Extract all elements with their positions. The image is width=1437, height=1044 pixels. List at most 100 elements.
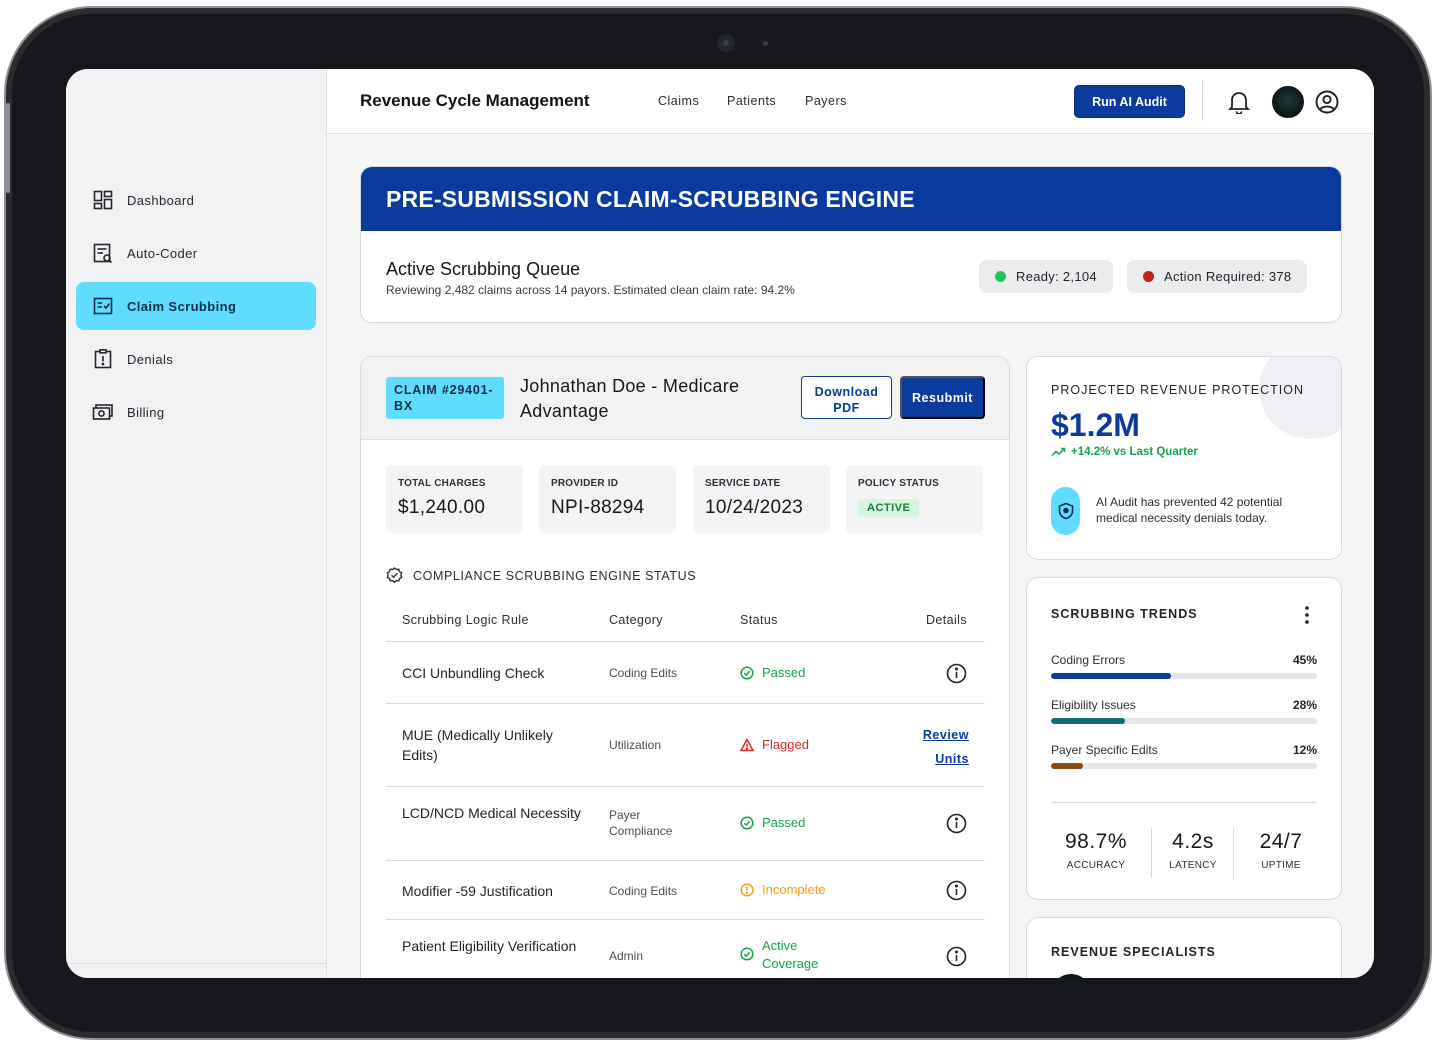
rule-category: Utilization — [609, 738, 662, 752]
metric-label: UPTIME — [1261, 860, 1301, 871]
account-icon[interactable] — [1314, 89, 1340, 115]
download-pdf-button[interactable]: Download PDF — [801, 376, 892, 419]
rule-name: Patient Eligibility Verification — [402, 938, 577, 954]
rule-status: Passed — [740, 664, 805, 682]
main-content: PRE-SUBMISSION CLAIM-SCRUBBING ENGINE Ac… — [327, 134, 1374, 978]
status-text: Passed — [762, 815, 806, 830]
queue-subtitle: Reviewing 2,482 claims across 14 payors.… — [386, 283, 795, 297]
info-icon[interactable] — [946, 813, 967, 834]
sidebar-item-label: Dashboard — [127, 192, 195, 208]
trend-label: Coding Errors — [1051, 653, 1126, 667]
shield-badge — [1051, 487, 1080, 535]
ready-dot-icon — [995, 271, 1006, 282]
divider — [1051, 802, 1317, 803]
revenue-protection-card: PROJECTED REVENUE PROTECTION $1.2M +14.2… — [1026, 356, 1342, 560]
revenue-change: +14.2% vs Last Quarter — [1051, 446, 1198, 458]
claim-header: CLAIM #29401-BX Johnathan Doe - Medicare… — [361, 357, 1009, 440]
sidebar-item-label: Claim Scrubbing — [127, 298, 237, 314]
metric-value: 4.2s — [1172, 830, 1214, 853]
sidebar-item-dashboard[interactable]: Dashboard — [76, 176, 316, 224]
nav-patients[interactable]: Patients — [727, 94, 776, 108]
trend-percent: 45% — [1292, 653, 1317, 667]
check-circle-icon — [740, 947, 754, 961]
run-ai-audit-button[interactable]: Run AI Audit — [1074, 85, 1185, 118]
check-circle-icon — [740, 816, 754, 830]
stat-total-charges: TOTAL CHARGES $1,240.00 — [386, 465, 523, 533]
billing-icon — [92, 401, 114, 423]
action-required-badge[interactable]: Action Required: 378 — [1127, 260, 1308, 293]
metric-uptime: 24/7 UPTIME — [1241, 830, 1321, 871]
sidebar-item-label: Auto-Coder — [127, 245, 198, 261]
column-header: Scrubbing Logic Rule — [402, 613, 529, 627]
rule-name: Modifier -59 Justification — [402, 883, 553, 899]
check-circle-icon — [740, 666, 754, 680]
column-header: Details — [925, 613, 967, 627]
nav-payers[interactable]: Payers — [805, 94, 847, 108]
more-options-icon[interactable] — [1305, 606, 1309, 624]
trend-percent: 12% — [1292, 743, 1317, 757]
stat-label: PROVIDER ID — [551, 478, 619, 489]
status-text: Flagged — [762, 737, 809, 752]
info-icon[interactable] — [946, 880, 967, 901]
metric-value: 24/7 — [1259, 830, 1303, 853]
metric-label: ACCURACY — [1066, 860, 1126, 871]
shield-icon — [1058, 502, 1073, 520]
alert-circle-icon — [740, 883, 754, 897]
table-row[interactable]: Patient Eligibility Verification Admin A… — [386, 920, 985, 978]
scrubbing-engine-panel: PRE-SUBMISSION CLAIM-SCRUBBING ENGINE Ac… — [360, 166, 1342, 323]
metric-divider — [1233, 828, 1234, 878]
sidebar-item-auto-coder[interactable]: Auto-Coder — [76, 229, 316, 277]
metric-divider — [1151, 828, 1152, 878]
trend-bar-track — [1051, 763, 1317, 769]
rule-category: Coding Edits — [609, 666, 678, 680]
sidebar-item-claim-scrubbing[interactable]: Claim Scrubbing — [76, 282, 316, 330]
info-icon[interactable] — [946, 663, 967, 684]
metric-latency: 4.2s LATENCY — [1157, 830, 1229, 871]
resubmit-button[interactable]: Resubmit — [900, 376, 985, 419]
app-screen: Dashboard Auto-Coder Claim Scrubbing Den… — [66, 69, 1374, 978]
trend-bar-fill — [1051, 673, 1171, 679]
top-bar: Revenue Cycle Management Claims Patients… — [327, 69, 1374, 134]
table-row[interactable]: CCI Unbundling Check Coding Edits Passed — [386, 643, 985, 704]
metric-accuracy: 98.7% ACCURACY — [1051, 830, 1141, 871]
stat-value: NPI-88294 — [551, 497, 645, 518]
card-title: SCRUBBING TRENDS — [1051, 607, 1198, 621]
denials-icon — [92, 348, 114, 370]
queue-title: Active Scrubbing Queue — [386, 259, 581, 279]
stat-label: TOTAL CHARGES — [398, 478, 486, 489]
rules-table-header: Scrubbing Logic Rule Category Status Det… — [386, 604, 985, 642]
device-side-button — [6, 103, 10, 193]
card-title: REVENUE SPECIALISTS — [1051, 945, 1216, 959]
table-row[interactable]: Modifier -59 Justification Coding Edits … — [386, 861, 985, 920]
dashboard-icon — [92, 189, 114, 211]
table-row[interactable]: MUE (Medically Unlikely Edits) Utilizati… — [386, 704, 985, 787]
table-row[interactable]: LCD/NCD Medical Necessity Payer Complian… — [386, 787, 985, 861]
bell-icon[interactable] — [1227, 90, 1251, 115]
camera-sensor — [763, 41, 768, 46]
ready-badge[interactable]: Ready: 2,104 — [979, 260, 1113, 293]
action-label: Action Required: 378 — [1164, 269, 1292, 284]
rule-category: Coding Edits — [609, 884, 678, 898]
review-units-link[interactable]: Review Units — [909, 723, 969, 771]
rule-category: Payer Compliance — [609, 808, 673, 838]
stat-value: 10/24/2023 — [705, 497, 804, 518]
sidebar-item-denials[interactable]: Denials — [76, 335, 316, 383]
avatar[interactable] — [1051, 974, 1091, 978]
claim-scrubbing-icon — [92, 295, 114, 317]
trend-bar-track — [1051, 718, 1317, 724]
sidebar-item-label: Denials — [127, 351, 174, 367]
trend-bar-fill — [1051, 718, 1126, 724]
header-divider — [1202, 80, 1203, 121]
trend-bar-track — [1051, 673, 1317, 679]
sidebar-item-billing[interactable]: Billing — [76, 388, 316, 436]
compliance-title: COMPLIANCE SCRUBBING ENGINE STATUS — [413, 568, 697, 583]
metric-label: LATENCY — [1169, 860, 1217, 871]
warning-triangle-icon — [740, 738, 754, 752]
nav-claims[interactable]: Claims — [658, 94, 699, 108]
avatar[interactable] — [1272, 86, 1304, 118]
info-icon[interactable] — [946, 946, 967, 967]
auto-coder-icon — [92, 242, 114, 264]
status-text: Active Coverage — [762, 938, 819, 971]
rule-category: Admin — [609, 949, 644, 963]
stat-policy-status: POLICY STATUS ACTIVE — [846, 465, 983, 533]
